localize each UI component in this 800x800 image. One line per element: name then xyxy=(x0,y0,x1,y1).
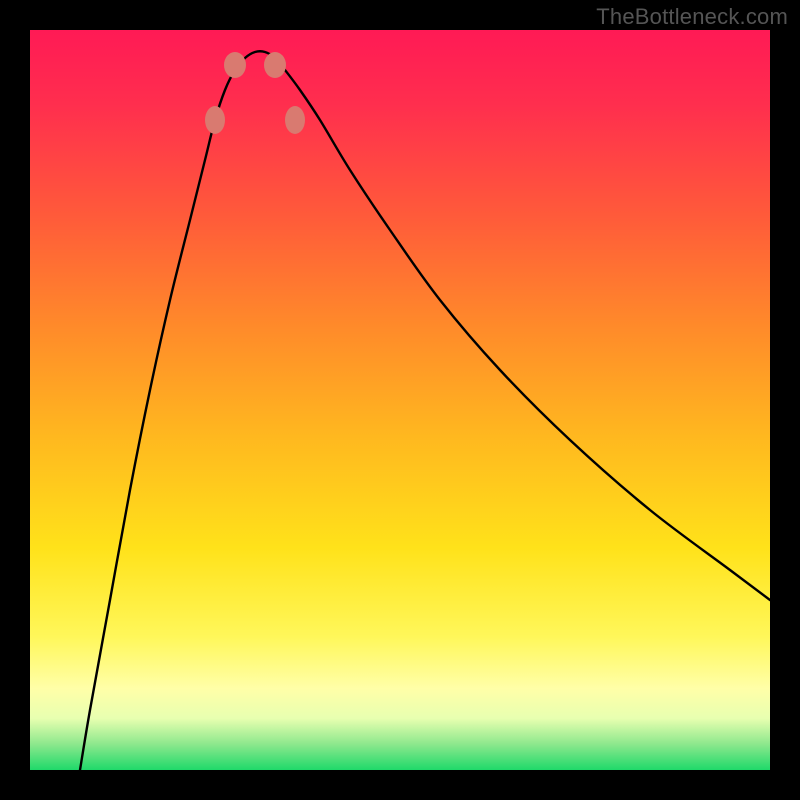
valley-marker xyxy=(205,106,225,134)
gradient-background xyxy=(30,30,770,770)
valley-marker xyxy=(264,52,286,78)
plot-area xyxy=(30,30,770,770)
valley-marker xyxy=(224,52,246,78)
valley-marker xyxy=(285,106,305,134)
watermark-text: TheBottleneck.com xyxy=(596,4,788,30)
plot-svg xyxy=(30,30,770,770)
chart-frame: TheBottleneck.com xyxy=(0,0,800,800)
